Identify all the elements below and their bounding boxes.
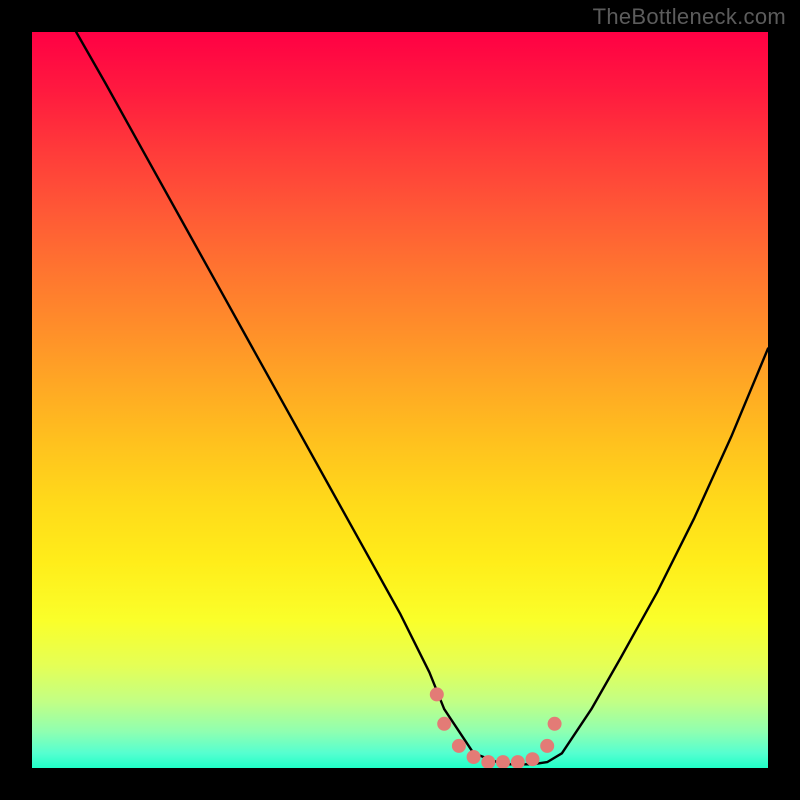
valley-marker xyxy=(467,750,481,764)
curve-line xyxy=(76,32,768,764)
valley-marker xyxy=(526,752,540,766)
valley-marker xyxy=(430,687,444,701)
valley-markers xyxy=(430,687,562,768)
plot-area xyxy=(32,32,768,768)
chart-frame: TheBottleneck.com xyxy=(0,0,800,800)
valley-marker xyxy=(540,739,554,753)
watermark-label: TheBottleneck.com xyxy=(593,4,786,30)
valley-marker xyxy=(452,739,466,753)
valley-marker xyxy=(511,755,525,768)
bottleneck-curve xyxy=(76,32,768,764)
valley-marker xyxy=(437,717,451,731)
valley-marker xyxy=(548,717,562,731)
chart-svg xyxy=(32,32,768,768)
valley-marker xyxy=(496,755,510,768)
